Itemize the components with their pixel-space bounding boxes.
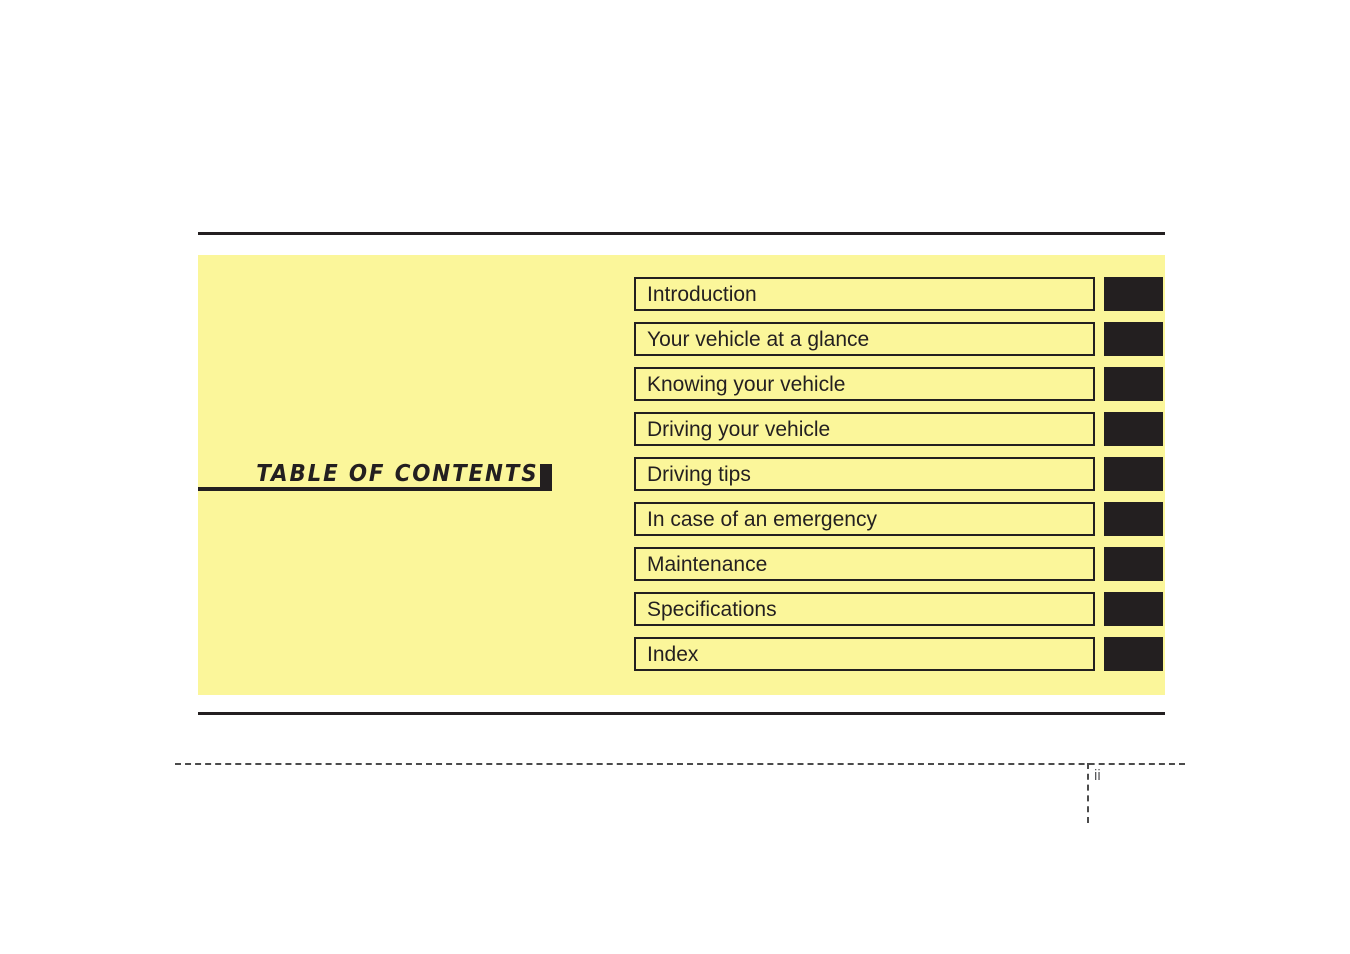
table-of-contents-panel: TABLE OF CONTENTS Introduction Your vehic… xyxy=(198,255,1165,695)
page-rule-bottom xyxy=(198,712,1165,715)
toc-entry-box[interactable]: Introduction xyxy=(634,277,1095,311)
footer-dashed-line-horizontal xyxy=(175,763,1185,765)
toc-entry-box[interactable]: Knowing your vehicle xyxy=(634,367,1095,401)
toc-entry-box[interactable]: Maintenance xyxy=(634,547,1095,581)
toc-entry-box[interactable]: Specifications xyxy=(634,592,1095,626)
toc-entry-label: Maintenance xyxy=(647,552,768,576)
toc-entry-box[interactable]: In case of an emergency xyxy=(634,502,1095,536)
footer-dashed-line-vertical xyxy=(1087,763,1089,823)
toc-entry-thumb-tab xyxy=(1104,592,1163,626)
toc-entry-label: Index xyxy=(647,642,699,666)
toc-entry-label: In case of an emergency xyxy=(647,507,877,531)
page-rule-top xyxy=(198,232,1165,235)
heading-marker-square xyxy=(540,464,552,489)
toc-entry-thumb-tab xyxy=(1104,502,1163,536)
toc-entry-box[interactable]: Driving your vehicle xyxy=(634,412,1095,446)
toc-entry-thumb-tab xyxy=(1104,547,1163,581)
heading-underline xyxy=(198,487,552,491)
toc-entry-box[interactable]: Index xyxy=(634,637,1095,671)
toc-entry-label: Knowing your vehicle xyxy=(647,372,846,396)
toc-entry-thumb-tab xyxy=(1104,457,1163,491)
toc-entry-label: Driving your vehicle xyxy=(647,417,831,441)
toc-entry-thumb-tab xyxy=(1104,367,1163,401)
toc-entry-box[interactable]: Your vehicle at a glance xyxy=(634,322,1095,356)
page-title: TABLE OF CONTENTS xyxy=(255,461,538,487)
toc-entry-thumb-tab xyxy=(1104,322,1163,356)
toc-entry-box[interactable]: Driving tips xyxy=(634,457,1095,491)
toc-entry-thumb-tab xyxy=(1104,412,1163,446)
toc-entry-label: Driving tips xyxy=(647,462,751,486)
toc-entry-label: Introduction xyxy=(647,282,757,306)
toc-entry-thumb-tab xyxy=(1104,637,1163,671)
toc-entry-label: Specifications xyxy=(647,597,777,621)
page-number: ii xyxy=(1094,767,1101,784)
toc-entry-thumb-tab xyxy=(1104,277,1163,311)
toc-entry-label: Your vehicle at a glance xyxy=(647,327,870,351)
